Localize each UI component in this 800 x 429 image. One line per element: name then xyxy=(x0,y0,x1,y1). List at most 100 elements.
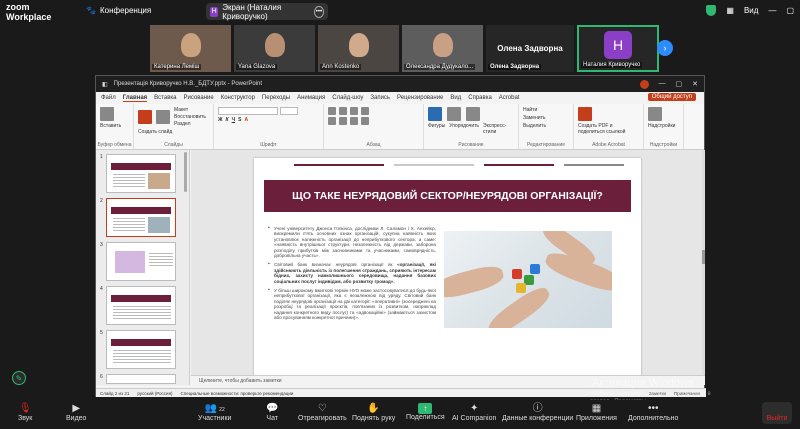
indent-icon[interactable] xyxy=(350,107,358,115)
autosave-icon[interactable]: ◧ xyxy=(102,81,108,88)
slide-thumbnail[interactable]: 1 xyxy=(100,154,176,193)
addins-button[interactable] xyxy=(648,107,679,121)
language-indicator[interactable]: русский (Россия) xyxy=(137,391,172,396)
tab-draw[interactable]: Рисование xyxy=(183,95,213,101)
raise-hand-label: Поднять руку xyxy=(352,415,396,422)
font-size-select[interactable] xyxy=(280,107,298,115)
reuse-slides-icon xyxy=(156,110,170,124)
participants-button[interactable]: 👥 22 Участники xyxy=(198,403,231,422)
tab-home[interactable]: Главная xyxy=(122,95,148,102)
font-family-select[interactable] xyxy=(218,107,278,115)
audio-label: Звук xyxy=(18,415,33,422)
shapes-button[interactable] xyxy=(428,107,442,121)
audio-button[interactable]: 🎙 Звук xyxy=(18,403,32,422)
reset-button[interactable]: Восстановить xyxy=(174,114,206,120)
tab-view[interactable]: Вид xyxy=(450,95,461,101)
slide-number: 3 xyxy=(100,242,103,248)
minimize-icon[interactable]: — xyxy=(659,80,666,89)
underline-icon[interactable]: Ч xyxy=(232,117,236,123)
zoom-logo-line1: zoom xyxy=(6,2,30,12)
layout-button[interactable]: Макет xyxy=(174,107,206,113)
video-button[interactable]: ▶ Видео xyxy=(66,403,86,422)
tab-slideshow[interactable]: Слайд-шоу xyxy=(332,95,363,101)
create-pdf-button[interactable] xyxy=(578,107,639,121)
canvas-scrollbar[interactable] xyxy=(702,150,705,375)
tab-help[interactable]: Справка xyxy=(468,95,492,101)
mic-muted-icon: 🎙 xyxy=(18,403,32,414)
bullets-icon[interactable] xyxy=(328,107,336,115)
paste-button[interactable] xyxy=(100,107,129,121)
participant-tile[interactable]: Олександра Дудукало... xyxy=(402,25,483,72)
chevron-right-icon[interactable]: › xyxy=(657,40,673,56)
reuse-slides-button[interactable] xyxy=(156,107,170,127)
new-slide-button[interactable] xyxy=(138,107,152,127)
meeting-info-button[interactable]: ⓘ Данные конференции xyxy=(502,403,573,422)
view-button[interactable]: Вид xyxy=(744,6,758,15)
slide-thumbnail[interactable]: 4 xyxy=(100,286,176,325)
slide-number: 6 xyxy=(100,374,103,380)
more-button[interactable]: ••• Дополнительно xyxy=(628,403,678,422)
tab-record[interactable]: Запись xyxy=(370,95,390,101)
maximize-icon[interactable]: ▢ xyxy=(676,80,683,89)
arrange-button[interactable] xyxy=(447,107,461,121)
view-icon[interactable]: ▦ xyxy=(726,6,734,15)
select-button[interactable]: Выделить xyxy=(523,123,569,129)
header-bar xyxy=(564,164,624,166)
tab-transitions[interactable]: Переходы xyxy=(262,95,290,101)
tab-review[interactable]: Рецензирование xyxy=(397,95,443,101)
chat-button[interactable]: 💬 Чат xyxy=(266,403,278,422)
strikethrough-icon[interactable]: S xyxy=(238,117,241,123)
slide-thumbnail[interactable]: 5 xyxy=(100,330,176,369)
react-button[interactable]: ♡ Отреагировать xyxy=(298,403,347,422)
font-color-icon[interactable]: A xyxy=(244,117,248,123)
italic-icon[interactable]: К xyxy=(226,117,229,123)
paragraph-group: Абзац xyxy=(324,104,424,149)
current-slide[interactable]: ЩО ТАКЕ НЕУРЯДОВИЙ СЕКТОР/НЕУРЯДОВІ ОРГА… xyxy=(254,158,641,376)
zoom-logo: zoom Workplace xyxy=(6,2,51,22)
share-button[interactable]: Общий доступ xyxy=(647,93,696,101)
minimize-icon[interactable]: — xyxy=(768,6,776,15)
section-button[interactable]: Раздел xyxy=(174,121,206,127)
align-left-icon[interactable] xyxy=(328,117,336,125)
slide-thumbnail[interactable]: 3 xyxy=(100,242,176,281)
slide-thumbnail[interactable]: 6 xyxy=(100,374,176,384)
close-icon[interactable]: ✕ xyxy=(692,80,698,89)
accessibility-status[interactable]: Специальные возможности: проверьте реком… xyxy=(181,391,294,396)
participant-tile-active-speaker[interactable]: H Наталия Криворучко xyxy=(577,25,659,72)
tab-acrobat[interactable]: Acrobat xyxy=(499,95,520,101)
align-center-icon[interactable] xyxy=(339,117,347,125)
more-options-icon[interactable]: ••• xyxy=(313,5,325,18)
align-right-icon[interactable] xyxy=(350,117,358,125)
record-icon[interactable] xyxy=(639,80,649,89)
canvas-scroll-thumb[interactable] xyxy=(702,250,705,264)
annotate-pen-icon[interactable]: ✎ xyxy=(12,371,26,385)
screen-share-pill[interactable]: H Экран (Наталия Криворучко) ••• xyxy=(206,3,328,21)
quick-styles-button[interactable] xyxy=(466,107,480,121)
outdent-icon[interactable] xyxy=(361,107,369,115)
tab-insert[interactable]: Вставка xyxy=(154,95,176,101)
justify-icon[interactable] xyxy=(361,117,369,125)
tab-file[interactable]: Файл xyxy=(101,95,116,101)
find-button[interactable]: Найти xyxy=(523,107,569,113)
replace-button[interactable]: Заменить xyxy=(523,115,569,121)
maximize-icon[interactable]: ▢ xyxy=(786,6,794,15)
participant-tile[interactable]: Катерина Леміш xyxy=(150,25,231,72)
leave-button[interactable]: Выйти xyxy=(762,402,792,424)
ai-companion-button[interactable]: ✦ AI Companion xyxy=(452,403,496,422)
apps-button[interactable]: ▦ Приложения xyxy=(576,403,617,422)
shield-icon[interactable] xyxy=(706,5,717,16)
numbering-icon[interactable] xyxy=(339,107,347,115)
participant-tile[interactable]: Ann Kostenko xyxy=(318,25,399,72)
slide-preview xyxy=(105,198,176,237)
paw-icon: 🐾 xyxy=(86,6,96,15)
thumbnails-scrollbar[interactable] xyxy=(184,152,187,192)
tab-animations[interactable]: Анимация xyxy=(297,95,325,101)
conference-menu[interactable]: 🐾 Конференция xyxy=(86,6,151,15)
participant-tile[interactable]: Олена Задворна Олена Задворна xyxy=(486,25,574,72)
participant-tile[interactable]: Yana Glazova xyxy=(234,25,315,72)
bold-icon[interactable]: Ж xyxy=(218,117,223,123)
tab-design[interactable]: Конструктор xyxy=(221,95,255,101)
slide-thumbnail-selected[interactable]: 2 xyxy=(100,198,176,237)
raise-hand-button[interactable]: ✋ Поднять руку xyxy=(352,403,395,422)
share-screen-button[interactable]: ↑ Поделиться xyxy=(406,403,445,421)
